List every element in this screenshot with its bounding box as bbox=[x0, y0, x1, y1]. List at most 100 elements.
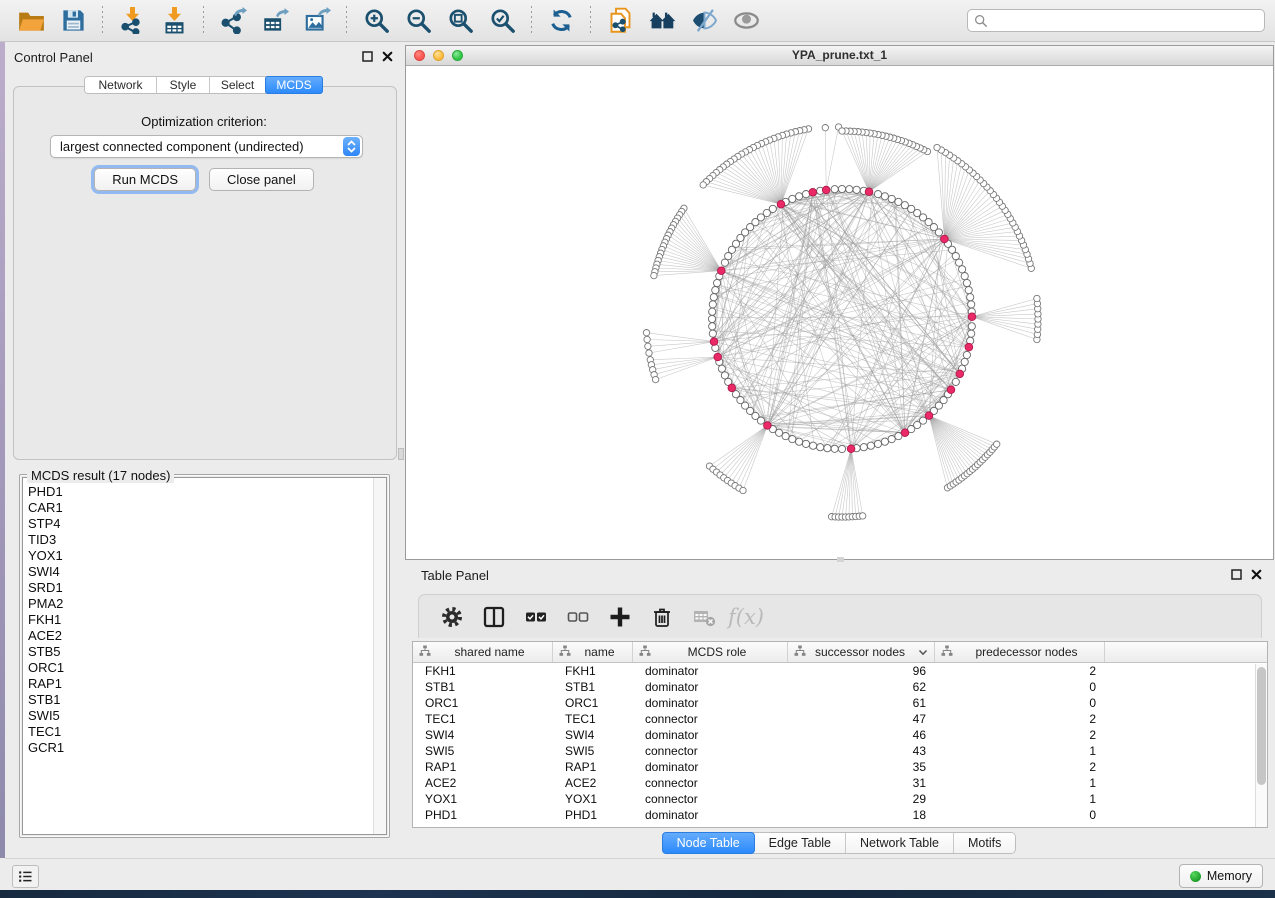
table-row[interactable]: STB1STB1dominator620 bbox=[413, 679, 1267, 695]
run-mcds-button[interactable]: Run MCDS bbox=[94, 168, 196, 191]
cell-mcds_role: connector bbox=[633, 743, 788, 759]
close-table-panel-icon[interactable] bbox=[1251, 569, 1262, 580]
export-table-icon[interactable] bbox=[259, 5, 291, 37]
mcds-result-item[interactable]: SRD1 bbox=[23, 580, 386, 596]
network-window-titlebar[interactable]: YPA_prune.txt_1 bbox=[406, 46, 1273, 66]
tab-motifs[interactable]: Motifs bbox=[954, 833, 1015, 853]
cell-successor_nodes: 29 bbox=[788, 791, 935, 807]
table-row[interactable]: YOX1YOX1connector291 bbox=[413, 791, 1267, 807]
mcds-result-item[interactable]: STP4 bbox=[23, 516, 386, 532]
float-table-panel-icon[interactable] bbox=[1231, 569, 1242, 580]
table-row[interactable]: ACE2ACE2connector311 bbox=[413, 775, 1267, 791]
hide-details-icon[interactable] bbox=[688, 5, 720, 37]
table-scrollbar-thumb[interactable] bbox=[1257, 667, 1266, 785]
mcds-result-item[interactable]: RAP1 bbox=[23, 676, 386, 692]
mcds-result-item[interactable]: CAR1 bbox=[23, 500, 386, 516]
zoom-fit-icon[interactable] bbox=[444, 5, 476, 37]
deselect-all-icon[interactable] bbox=[563, 602, 593, 632]
search-box[interactable] bbox=[967, 9, 1265, 32]
tab-style[interactable]: Style bbox=[157, 77, 210, 93]
export-network-icon[interactable] bbox=[217, 5, 249, 37]
mcds-result-item[interactable]: GCR1 bbox=[23, 740, 386, 756]
column-header-name[interactable]: name bbox=[553, 642, 633, 662]
toolbar-icon-group bbox=[10, 5, 767, 37]
cell-successor_nodes: 46 bbox=[788, 727, 935, 743]
tab-select[interactable]: Select bbox=[210, 77, 266, 93]
memory-status-icon bbox=[1190, 871, 1201, 882]
dropdown-stepper-icon bbox=[343, 137, 360, 156]
mcds-result-item[interactable]: ACE2 bbox=[23, 628, 386, 644]
mcds-result-list[interactable]: PHD1CAR1STP4TID3YOX1SWI4SRD1PMA2FKH1ACE2… bbox=[22, 477, 387, 835]
export-image-icon[interactable] bbox=[301, 5, 333, 37]
cell-successor_nodes: 18 bbox=[788, 807, 935, 823]
mcds-result-item[interactable]: FKH1 bbox=[23, 612, 386, 628]
zoom-selected-icon[interactable] bbox=[486, 5, 518, 37]
toolbar-separator bbox=[102, 6, 103, 36]
float-panel-icon[interactable] bbox=[362, 51, 373, 62]
table-row[interactable]: PHD1PHD1dominator180 bbox=[413, 807, 1267, 823]
cell-mcds_role: connector bbox=[633, 775, 788, 791]
mcds-list-scrollbar[interactable] bbox=[373, 478, 386, 834]
open-file-icon[interactable] bbox=[15, 5, 47, 37]
show-details-icon[interactable] bbox=[730, 5, 762, 37]
mcds-result-item[interactable]: SWI5 bbox=[23, 708, 386, 724]
cell-shared_name: SWI4 bbox=[413, 727, 553, 743]
table-row[interactable]: TEC1TEC1connector472 bbox=[413, 711, 1267, 727]
mcds-result-item[interactable]: STB5 bbox=[23, 644, 386, 660]
close-panel-icon[interactable] bbox=[382, 51, 393, 62]
column-header-mcds_role[interactable]: MCDS role bbox=[633, 642, 788, 662]
mcds-result-item[interactable]: ORC1 bbox=[23, 660, 386, 676]
delete-column-icon[interactable] bbox=[647, 602, 677, 632]
mcds-result-item[interactable]: TEC1 bbox=[23, 724, 386, 740]
column-header-shared_name[interactable]: shared name bbox=[413, 642, 553, 662]
houses-icon[interactable] bbox=[646, 5, 678, 37]
import-network-icon[interactable] bbox=[116, 5, 148, 37]
table-row[interactable]: FKH1FKH1dominator962 bbox=[413, 663, 1267, 679]
table-scrollbar[interactable] bbox=[1255, 664, 1267, 828]
table-row[interactable]: RAP1RAP1dominator352 bbox=[413, 759, 1267, 775]
mcds-result-item[interactable]: PMA2 bbox=[23, 596, 386, 612]
zoom-out-icon[interactable] bbox=[402, 5, 434, 37]
search-input[interactable] bbox=[993, 11, 1258, 30]
memory-button[interactable]: Memory bbox=[1179, 864, 1263, 888]
network-canvas[interactable] bbox=[406, 66, 1273, 559]
column-header-successor_nodes[interactable]: successor nodes bbox=[788, 642, 935, 662]
task-history-button[interactable] bbox=[12, 865, 39, 888]
table-row[interactable]: SWI4SWI4dominator462 bbox=[413, 727, 1267, 743]
optimization-criterion-dropdown[interactable]: largest connected component (undirected) bbox=[50, 135, 363, 158]
clone-network-icon[interactable] bbox=[604, 5, 636, 37]
cell-predecessor_nodes: 1 bbox=[935, 743, 1105, 759]
tab-edge-table[interactable]: Edge Table bbox=[755, 833, 846, 853]
tab-mcds[interactable]: MCDS bbox=[265, 76, 323, 94]
table-settings-icon[interactable] bbox=[437, 602, 467, 632]
mcds-result-item[interactable]: TID3 bbox=[23, 532, 386, 548]
mcds-result-item[interactable]: YOX1 bbox=[23, 548, 386, 564]
list-icon bbox=[18, 869, 33, 884]
select-all-icon[interactable] bbox=[521, 602, 551, 632]
tab-network-table[interactable]: Network Table bbox=[846, 833, 954, 853]
refresh-icon[interactable] bbox=[545, 5, 577, 37]
mcds-result-item[interactable]: PHD1 bbox=[23, 484, 386, 500]
cell-predecessor_nodes: 2 bbox=[935, 663, 1105, 679]
table-row[interactable]: SWI5SWI5connector431 bbox=[413, 743, 1267, 759]
tab-network[interactable]: Network bbox=[85, 77, 157, 93]
cell-name: ACE2 bbox=[553, 775, 633, 791]
add-column-icon[interactable] bbox=[605, 602, 635, 632]
panel-divider-handle[interactable] bbox=[398, 448, 404, 460]
attribute-icon bbox=[639, 645, 651, 660]
cell-name: RAP1 bbox=[553, 759, 633, 775]
table-row[interactable]: ORC1ORC1dominator610 bbox=[413, 695, 1267, 711]
zoom-in-icon[interactable] bbox=[360, 5, 392, 37]
tab-node-table[interactable]: Node Table bbox=[662, 832, 755, 854]
mcds-result-title: MCDS result (17 nodes) bbox=[27, 468, 174, 483]
import-table-icon[interactable] bbox=[158, 5, 190, 37]
mcds-result-item[interactable]: SWI4 bbox=[23, 564, 386, 580]
column-header-predecessor_nodes[interactable]: predecessor nodes bbox=[935, 642, 1105, 662]
desktop-wallpaper-bottom bbox=[0, 890, 1275, 898]
cell-mcds_role: connector bbox=[633, 791, 788, 807]
save-session-icon[interactable] bbox=[57, 5, 89, 37]
close-panel-button[interactable]: Close panel bbox=[209, 168, 314, 191]
cell-name: SWI4 bbox=[553, 727, 633, 743]
column-visibility-icon[interactable] bbox=[479, 602, 509, 632]
mcds-result-item[interactable]: STB1 bbox=[23, 692, 386, 708]
